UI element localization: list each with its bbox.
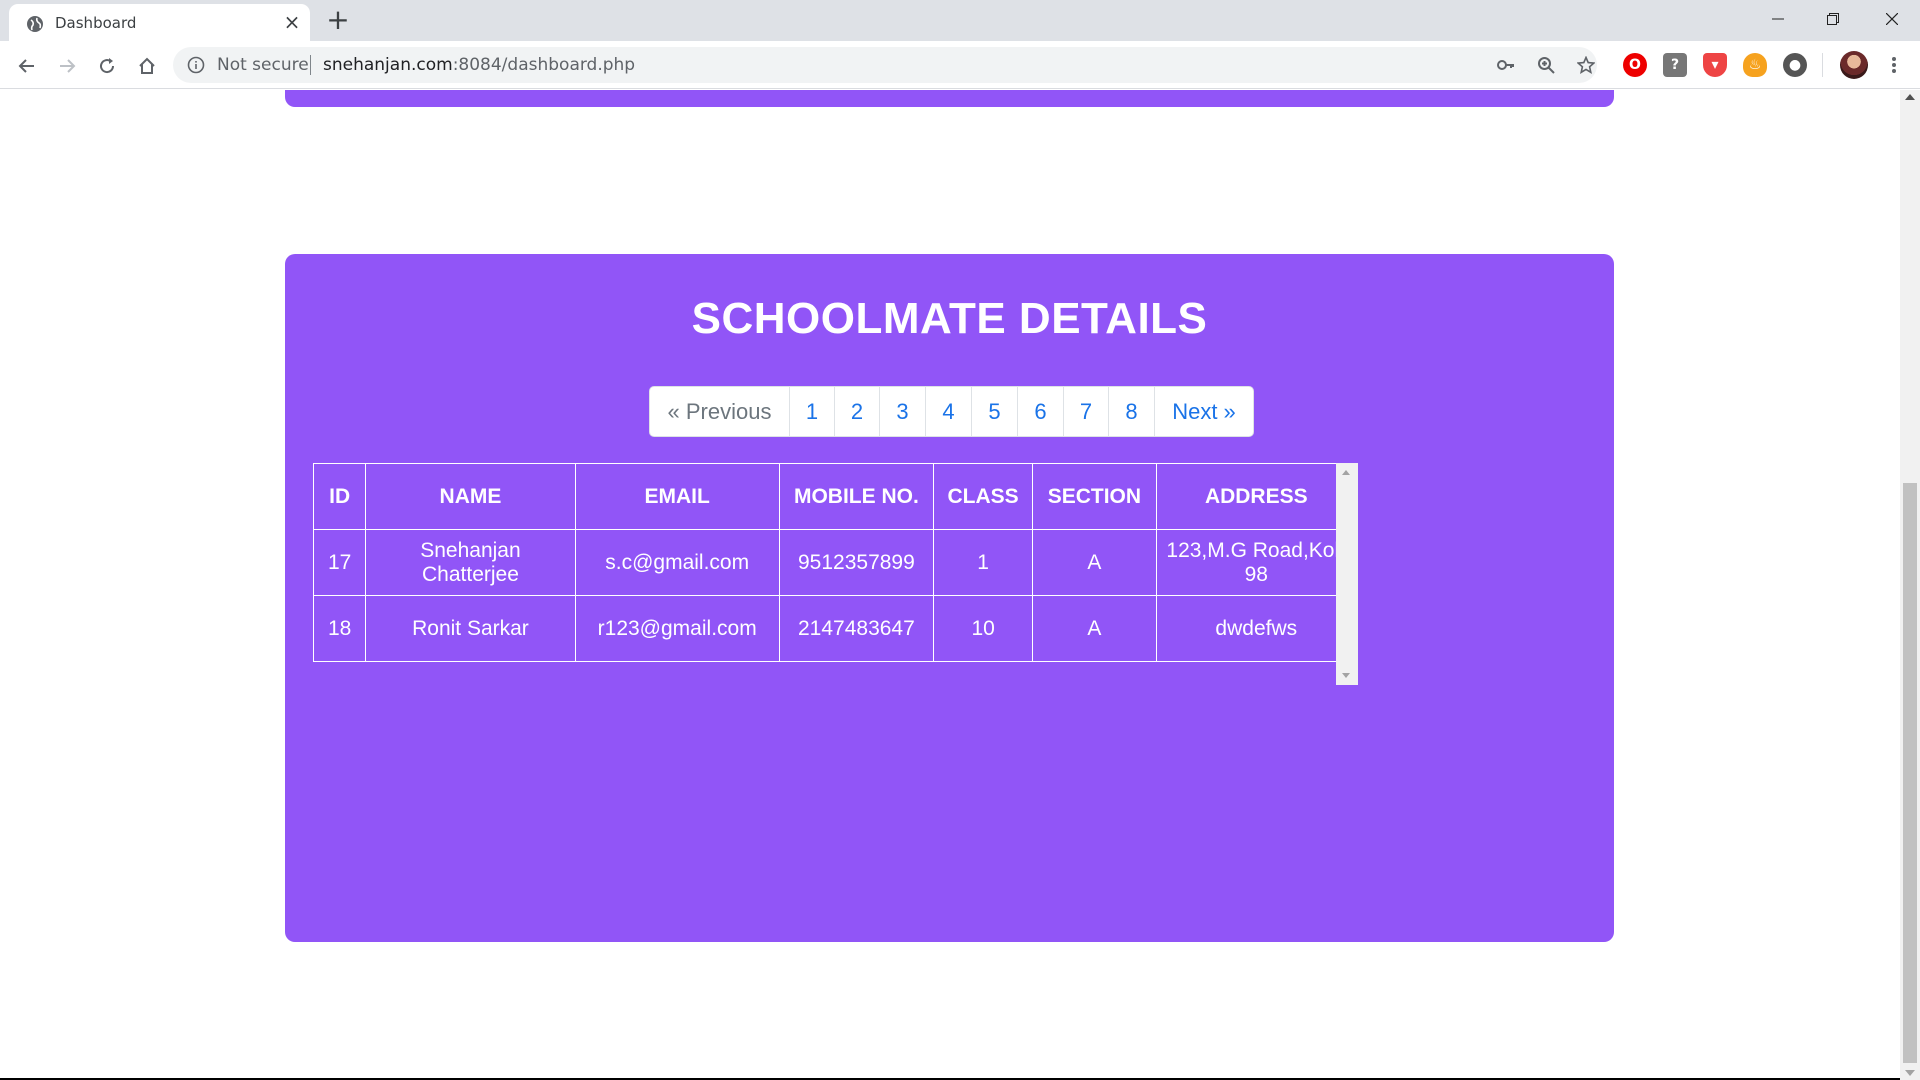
cell-email: r123@gmail.com: [574, 595, 780, 662]
close-icon: [1886, 13, 1898, 25]
cell-section: A: [1032, 595, 1157, 662]
previous-page-link[interactable]: « Previous: [650, 387, 789, 436]
forward-button[interactable]: [51, 50, 83, 82]
arrow-right-icon: [60, 59, 76, 73]
browser-tab[interactable]: Dashboard ×: [9, 4, 310, 41]
menu-kebab-icon[interactable]: [1880, 51, 1908, 79]
url-path: :8084/dashboard.php: [452, 55, 636, 75]
column-header-name: NAME: [365, 463, 576, 530]
cell-mobile: 2147483647: [778, 595, 935, 662]
pocket-extension-icon[interactable]: ▾: [1703, 53, 1727, 77]
home-button[interactable]: [131, 50, 163, 82]
key-icon[interactable]: [1496, 55, 1516, 75]
schoolmate-card: SCHOOLMATE DETAILS « Previous 1 2 3 4 5 …: [285, 254, 1614, 942]
cell-id: 17: [313, 529, 367, 596]
tab-strip: Dashboard × +: [0, 0, 1920, 41]
cell-name: Ronit Sarkar: [365, 595, 576, 662]
tab-title: Dashboard: [55, 14, 137, 32]
address-bar[interactable]: Not secure snehanjan.com:8084/dashboard.…: [173, 47, 1597, 83]
scrollbar-thumb[interactable]: [1903, 483, 1917, 1063]
scroll-up-arrow-icon[interactable]: [1905, 94, 1915, 100]
reload-icon: [100, 58, 115, 74]
column-header-email: EMAIL: [574, 463, 780, 530]
minimize-button[interactable]: [1750, 0, 1806, 38]
cell-email: s.c@gmail.com: [574, 529, 780, 596]
column-header-class: CLASS: [933, 463, 1034, 530]
reload-button[interactable]: [91, 50, 123, 82]
next-page-link[interactable]: Next »: [1154, 387, 1253, 436]
column-header-address: ADDRESS: [1155, 463, 1357, 530]
globe-icon: [27, 16, 43, 32]
url-text[interactable]: snehanjan.com:8084/dashboard.php: [323, 55, 635, 75]
cell-section: A: [1032, 529, 1157, 596]
schoolmate-table: ID NAME EMAIL MOBILE NO. CLASS SECTION A…: [313, 463, 1357, 662]
cell-class: 10: [933, 595, 1034, 662]
page-link-4[interactable]: 4: [925, 387, 971, 436]
security-label[interactable]: Not secure: [217, 55, 309, 75]
minimize-icon: [1772, 18, 1784, 20]
fire-extension-icon[interactable]: ♨: [1743, 53, 1767, 77]
circle-extension-icon[interactable]: ●: [1783, 53, 1807, 77]
column-header-section: SECTION: [1032, 463, 1157, 530]
scroll-up-arrow-icon[interactable]: [1342, 470, 1350, 475]
pagination: « Previous 1 2 3 4 5 6 7 8 Next »: [649, 386, 1254, 437]
url-host: snehanjan.com: [323, 55, 453, 75]
omnibox-divider: [310, 55, 311, 75]
browser-toolbar: Not secure snehanjan.com:8084/dashboard.…: [0, 41, 1920, 89]
previous-card: [285, 90, 1614, 107]
table-row: 18 Ronit Sarkar r123@gmail.com 214748364…: [313, 595, 1357, 662]
restore-button[interactable]: [1805, 0, 1861, 38]
page-link-2[interactable]: 2: [834, 387, 879, 436]
page-link-6[interactable]: 6: [1017, 387, 1063, 436]
table-container[interactable]: ID NAME EMAIL MOBILE NO. CLASS SECTION A…: [313, 463, 1357, 685]
opera-extension-icon[interactable]: O: [1623, 53, 1647, 77]
page-link-3[interactable]: 3: [879, 387, 925, 436]
cell-address: dwdefws: [1155, 595, 1357, 662]
page-scrollbar[interactable]: [1900, 90, 1920, 1080]
page-link-5[interactable]: 5: [971, 387, 1017, 436]
page-link-7[interactable]: 7: [1063, 387, 1108, 436]
table-row: 17 Snehanjan Chatterjee s.c@gmail.com 95…: [313, 529, 1357, 596]
cell-name: Snehanjan Chatterjee: [365, 529, 576, 596]
help-extension-icon[interactable]: ?: [1663, 53, 1687, 77]
tab-close-icon[interactable]: ×: [281, 11, 303, 33]
new-tab-button[interactable]: +: [323, 6, 353, 36]
cell-class: 1: [933, 529, 1034, 596]
column-header-id: ID: [313, 463, 367, 530]
page-viewport: SCHOOLMATE DETAILS « Previous 1 2 3 4 5 …: [0, 90, 1900, 1080]
zoom-icon[interactable]: [1536, 55, 1556, 75]
cell-id: 18: [313, 595, 367, 662]
scroll-down-arrow-icon[interactable]: [1905, 1070, 1915, 1076]
home-icon: [139, 57, 155, 74]
column-header-mobile: MOBILE NO.: [778, 463, 935, 530]
info-icon[interactable]: [187, 56, 205, 74]
scroll-down-arrow-icon[interactable]: [1342, 673, 1350, 678]
toolbar-divider: [1822, 53, 1823, 77]
star-icon[interactable]: [1576, 55, 1596, 75]
restore-icon: [1827, 13, 1839, 25]
cell-mobile: 9512357899: [778, 529, 935, 596]
page-link-1[interactable]: 1: [789, 387, 834, 436]
back-button[interactable]: [11, 50, 43, 82]
profile-avatar[interactable]: [1840, 51, 1868, 79]
table-header-row: ID NAME EMAIL MOBILE NO. CLASS SECTION A…: [313, 463, 1357, 530]
page-title: SCHOOLMATE DETAILS: [691, 294, 1208, 343]
cell-address: 123,M.G Road,Kol-98: [1155, 529, 1357, 596]
arrow-left-icon: [18, 59, 34, 73]
page-link-8[interactable]: 8: [1108, 387, 1154, 436]
table-scrollbar[interactable]: [1336, 463, 1358, 685]
close-window-button[interactable]: [1864, 0, 1920, 38]
